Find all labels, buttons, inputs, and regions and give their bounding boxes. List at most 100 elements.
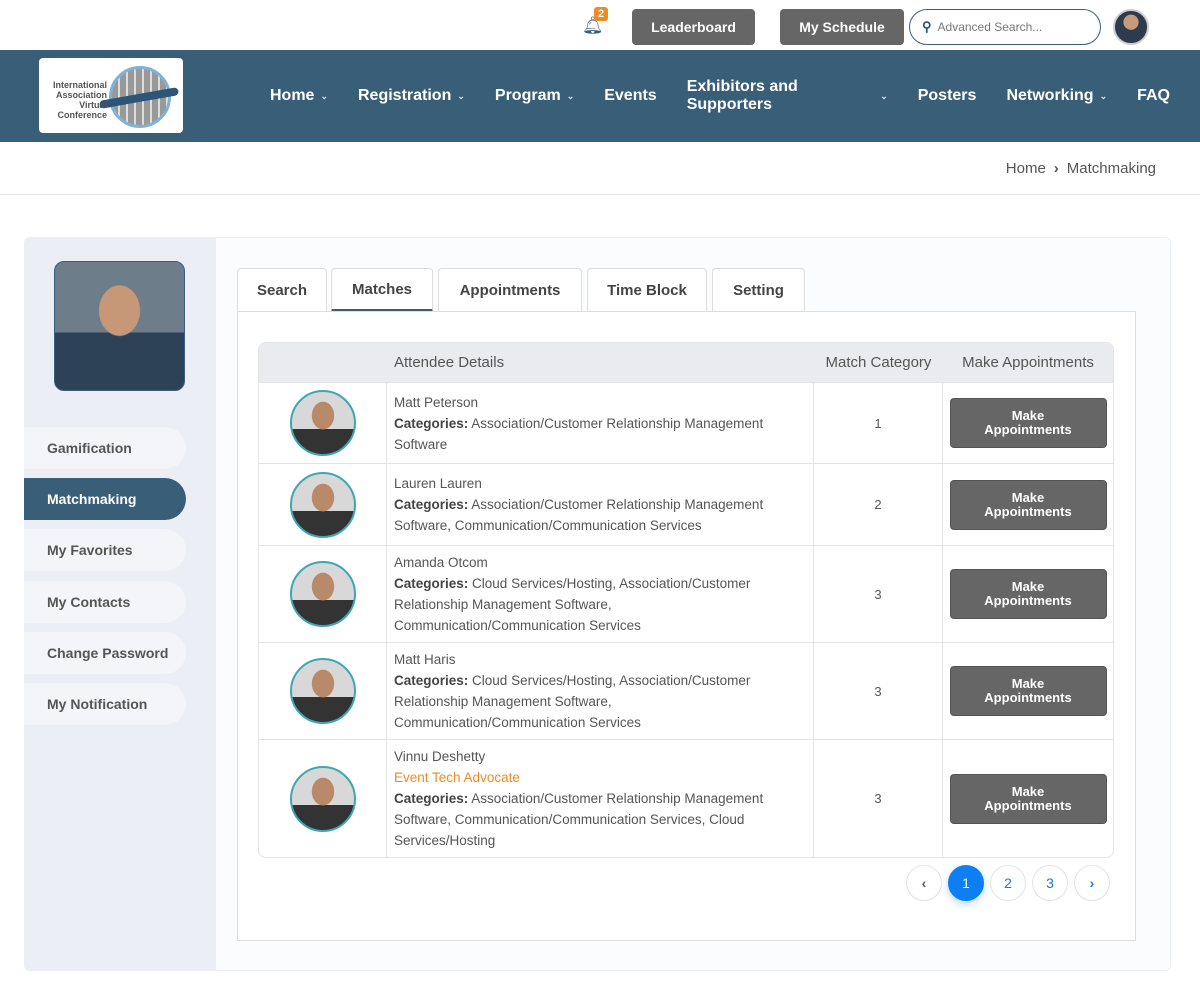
attendee-details: Lauren Lauren Categories: Association/Cus… <box>387 464 814 545</box>
match-category: 1 <box>814 383 943 463</box>
nav-label: Events <box>604 87 657 104</box>
nav-item-events[interactable]: Events <box>604 87 656 105</box>
chevron-down-icon: ⌄ <box>457 90 465 101</box>
nav-item-exhibitors-and-supporters[interactable]: Exhibitors and Supporters ⌄ <box>687 78 888 114</box>
attendee-avatar <box>289 471 356 538</box>
photo-cell <box>259 383 387 463</box>
attendee-details: Vinnu Deshetty Event Tech Advocate Categor… <box>387 740 814 857</box>
header-attendee: Attendee Details <box>394 354 505 371</box>
next-page-button[interactable]: › <box>1074 865 1110 901</box>
photo-cell <box>259 546 387 642</box>
attendee-details: Matt Peterson Categories: Association/Cus… <box>387 383 814 463</box>
sidebar-item-my-notification[interactable]: My Notification <box>24 683 186 725</box>
top-bar: 🔔︎ 2 Leaderboard My Schedule ⚲ Advanced … <box>0 0 1200 50</box>
pagination: ‹ 1 2 3 › <box>906 865 1110 901</box>
nav-label: Posters <box>917 87 977 104</box>
sidebar: Gamification Matchmaking My Favorites My Co… <box>24 237 216 971</box>
notification-badge: 2 <box>594 7 609 21</box>
attendee-name[interactable]: Lauren Lauren <box>394 473 806 494</box>
sidebar-item-my-favorites[interactable]: My Favorites <box>24 529 186 571</box>
table-row: Vinnu Deshetty Event Tech Advocate Categor… <box>259 739 1113 857</box>
attendee-name[interactable]: Matt Haris <box>394 649 806 670</box>
logo[interactable]: International Association Virtual Confer… <box>39 58 183 133</box>
sidebar-item-change-password[interactable]: Change Password <box>24 632 186 674</box>
nav-item-home[interactable]: Home ⌄ <box>270 87 328 105</box>
nav-item-registration[interactable]: Registration ⌄ <box>358 87 465 105</box>
tab-matches[interactable]: Matches <box>331 268 433 312</box>
table-row: Amanda Otcom Categories: Cloud Services/H… <box>259 545 1113 642</box>
attendee-categories: Categories: Association/Customer Relatio… <box>394 494 806 536</box>
make-appointments-button[interactable]: Make Appointments <box>949 398 1107 448</box>
make-appointments-button[interactable]: Make Appointments <box>949 773 1107 824</box>
match-category: 3 <box>814 740 943 857</box>
appointment-cell: Make Appointments <box>943 643 1113 739</box>
appointment-cell: Make Appointments <box>943 740 1113 857</box>
tab-appointments[interactable]: Appointments <box>438 268 582 312</box>
photo-cell <box>259 643 387 739</box>
header-photo <box>259 343 387 382</box>
nav-label: Home <box>270 87 315 104</box>
make-appointments-button[interactable]: Make Appointments <box>949 569 1107 619</box>
attendee-avatar <box>289 561 356 627</box>
table-row: Matt Haris Categories: Cloud Services/Hos… <box>259 642 1113 739</box>
categories-label: Categories: <box>394 415 469 431</box>
header-match: Match Category <box>825 354 932 371</box>
attendee-badge: Event Tech Advocate <box>394 770 520 785</box>
tab-setting[interactable]: Setting <box>712 268 805 312</box>
sidebar-item-matchmaking[interactable]: Matchmaking <box>24 478 186 520</box>
make-appointments-button[interactable]: Make Appointments <box>949 479 1107 530</box>
attendee-name[interactable]: Vinnu Deshetty <box>394 746 806 767</box>
breadcrumb: Home › Matchmaking <box>1006 160 1156 177</box>
categories-label: Categories: <box>394 673 469 688</box>
search-input[interactable]: ⚲ Advanced Search... <box>909 9 1101 45</box>
categories-label: Categories: <box>394 497 469 512</box>
sidebar-item-gamification[interactable]: Gamification <box>24 427 186 469</box>
breadcrumb-current: Matchmaking <box>1066 160 1156 177</box>
appointment-cell: Make Appointments <box>943 464 1113 545</box>
page-1-button[interactable]: 1 <box>948 865 984 901</box>
nav-label: Program <box>494 87 561 104</box>
search-icon: ⚲ <box>922 19 932 34</box>
header-appointments: Make Appointments <box>962 354 1094 371</box>
nav-label: Exhibitors and Supporters <box>686 78 798 113</box>
tab-time-block[interactable]: Time Block <box>587 268 707 312</box>
breadcrumb-separator: › <box>1053 160 1059 177</box>
breadcrumb-home[interactable]: Home <box>1006 160 1046 177</box>
photo-cell <box>259 740 387 857</box>
attendee-categories: Categories: Cloud Services/Hosting, Asso… <box>394 670 806 733</box>
tab-search[interactable]: Search <box>237 268 327 312</box>
appointment-cell: Make Appointments <box>943 546 1113 642</box>
nav-item-faq[interactable]: FAQ <box>1137 87 1170 105</box>
table-header: Attendee Details Match Category Make App… <box>259 343 1113 382</box>
chevron-down-icon: ⌄ <box>320 90 328 101</box>
make-appointments-button[interactable]: Make Appointments <box>949 666 1107 716</box>
prev-page-button[interactable]: ‹ <box>906 865 942 901</box>
page-2-button[interactable]: 2 <box>990 865 1026 901</box>
attendee-categories: Categories: Association/Customer Relatio… <box>394 788 806 851</box>
attendee-avatar <box>289 658 356 724</box>
sidebar-item-my-contacts[interactable]: My Contacts <box>24 581 186 623</box>
nav-item-networking[interactable]: Networking ⌄ <box>1006 87 1107 105</box>
chevron-down-icon: ⌄ <box>566 90 575 101</box>
main-nav: International Association Virtual Confer… <box>0 50 1200 142</box>
categories-label: Categories: <box>394 791 469 806</box>
match-category: 3 <box>814 546 943 642</box>
attendee-avatar <box>289 390 356 456</box>
my-schedule-button[interactable]: My Schedule <box>780 9 904 45</box>
attendee-categories: Categories: Cloud Services/Hosting, Asso… <box>394 573 806 636</box>
nav-item-program[interactable]: Program ⌄ <box>495 87 574 105</box>
attendee-details: Matt Haris Categories: Cloud Services/Hos… <box>387 643 814 739</box>
attendee-categories: Categories: Association/Customer Relatio… <box>394 413 806 455</box>
matches-table: Attendee Details Match Category Make App… <box>258 342 1114 858</box>
page-3-button[interactable]: 3 <box>1032 865 1068 901</box>
user-avatar[interactable] <box>1113 9 1149 45</box>
attendee-name[interactable]: Amanda Otcom <box>394 552 806 573</box>
table-row: Matt Peterson Categories: Association/Cus… <box>259 382 1113 463</box>
divider <box>0 194 1200 195</box>
leaderboard-button[interactable]: Leaderboard <box>632 9 755 45</box>
nav-item-posters[interactable]: Posters <box>918 87 977 105</box>
logo-text: International Association Virtual Confer… <box>52 80 107 120</box>
profile-photo <box>54 261 185 391</box>
chevron-down-icon: ⌄ <box>1099 90 1108 101</box>
attendee-name[interactable]: Matt Peterson <box>394 392 806 413</box>
